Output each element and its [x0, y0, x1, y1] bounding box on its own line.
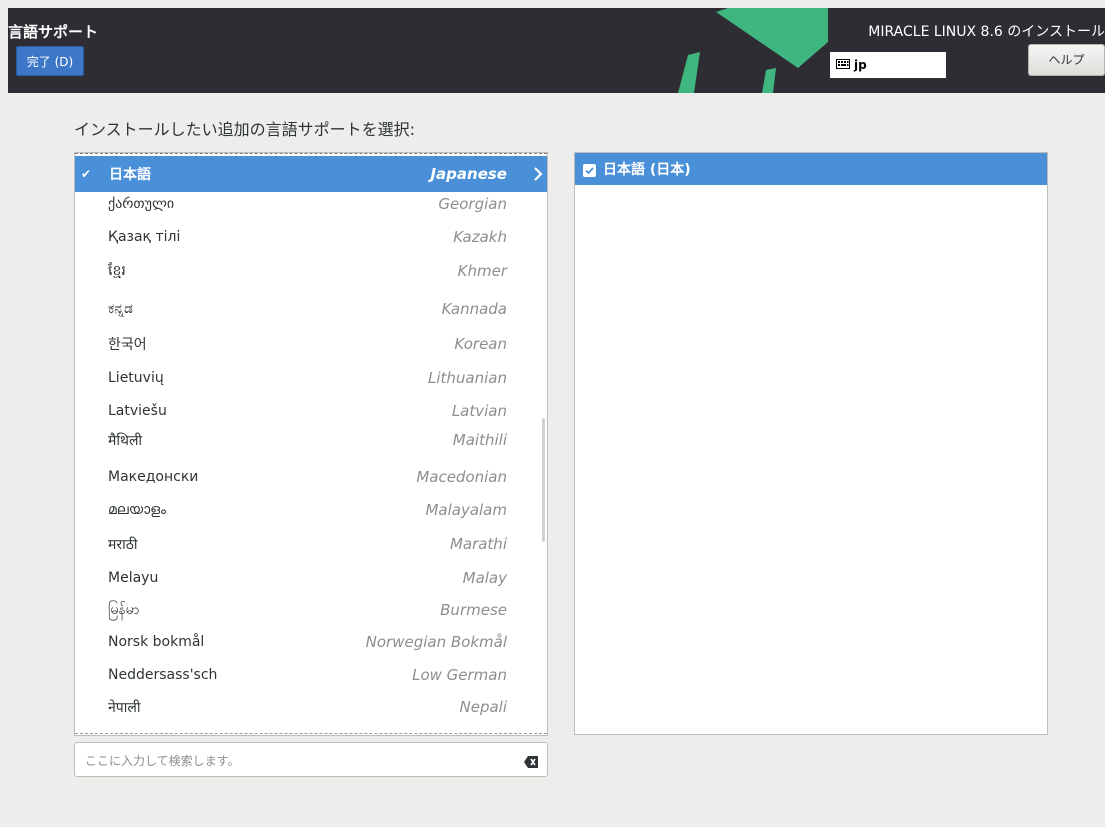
keyboard-layout-indicator[interactable]: jp — [830, 52, 946, 78]
language-item[interactable]: ខ្មែរ Khmer — [75, 254, 547, 288]
language-native-name: 日本語 — [109, 167, 151, 183]
language-prompt: インストールしたい追加の言語サポートを選択: — [74, 120, 416, 139]
language-english-name: Khmer — [457, 262, 507, 280]
checkmark-icon: ✔ — [81, 167, 92, 181]
keyboard-layout-label: jp — [854, 58, 867, 72]
language-search[interactable] — [74, 742, 548, 777]
language-item[interactable]: Melayu Malay — [75, 561, 547, 595]
language-item[interactable]: Neddersass'sch Low German — [75, 658, 547, 692]
language-english-name: Malay — [462, 569, 507, 587]
locale-label: 日本語 (日本) — [603, 162, 691, 178]
language-native-name: 한국어 — [108, 337, 147, 353]
search-input[interactable] — [83, 749, 507, 773]
language-english-name: Maithili — [452, 431, 507, 449]
list-scrollbar[interactable] — [542, 418, 545, 542]
help-button[interactable]: ヘルプ — [1028, 44, 1105, 76]
list-bottom-border — [75, 733, 547, 734]
checkbox-checked-icon[interactable] — [583, 162, 596, 181]
locale-item[interactable]: 日本語 (日本) — [575, 153, 1047, 185]
language-native-name: Melayu — [108, 570, 159, 586]
language-item[interactable]: 한국어 Korean — [75, 327, 547, 361]
language-item[interactable]: Қазақ тілі Kazakh — [75, 220, 547, 254]
language-native-name: မြန်မာ — [108, 601, 140, 618]
language-item[interactable]: नेपाली Nepali — [75, 690, 547, 724]
header-bar: 言語サポート 完了 (D) MIRACLE LINUX 8.6 のインストール … — [8, 8, 1105, 93]
language-native-name: मैथिली — [108, 432, 143, 449]
language-native-name: Norsk bokmål — [108, 634, 205, 650]
language-native-name: ქართული — [108, 196, 175, 212]
language-english-name: Japanese — [430, 165, 507, 183]
done-button[interactable]: 完了 (D) — [16, 46, 84, 76]
language-native-name: नेपाली — [108, 699, 141, 716]
language-native-name: ខ្មែរ — [108, 262, 126, 279]
language-item[interactable]: Македонски Macedonian — [75, 460, 547, 494]
language-english-name: Kazakh — [453, 228, 507, 246]
language-english-name: Georgian — [438, 195, 507, 213]
language-english-name: Nepali — [459, 698, 508, 716]
language-item[interactable]: Lietuvių Lithuanian — [75, 361, 547, 395]
keyboard-icon — [836, 58, 850, 72]
language-item[interactable]: मैथिली Maithili — [75, 423, 547, 457]
language-english-name: Macedonian — [416, 468, 507, 486]
clear-search-icon[interactable] — [524, 753, 538, 772]
language-item[interactable]: ಕನ್ನಡ Kannada — [75, 292, 547, 326]
language-english-name: Latvian — [451, 402, 507, 420]
locale-list[interactable]: 日本語 (日本) — [574, 152, 1048, 735]
language-list[interactable]: ✔ 日本語 Japanese ქართული Georgian Қазақ тілі Kaz… — [74, 152, 548, 736]
language-english-name: Low German — [412, 666, 507, 684]
language-native-name: Қазақ тілі — [108, 229, 181, 245]
product-logo — [678, 8, 828, 93]
language-native-name: Neddersass'sch — [108, 667, 218, 683]
language-native-name: ಕನ್ನಡ — [108, 301, 133, 317]
language-english-name: Lithuanian — [428, 369, 507, 387]
language-english-name: Malayalam — [425, 501, 507, 519]
language-item[interactable]: Norsk bokmål Norwegian Bokmål — [75, 625, 547, 659]
language-native-name: മലയാളം — [108, 502, 167, 518]
language-item[interactable]: मराठी Marathi — [75, 527, 547, 561]
language-native-name: Македонски — [108, 469, 199, 485]
list-top-border — [75, 153, 547, 154]
language-item[interactable]: မြန်မာ Burmese — [75, 593, 547, 627]
page-title: 言語サポート — [8, 23, 99, 41]
language-native-name: मराठी — [108, 536, 138, 553]
language-english-name: Norwegian Bokmål — [365, 633, 507, 651]
language-english-name: Marathi — [449, 535, 507, 553]
language-native-name: Latviešu — [108, 403, 167, 419]
language-item[interactable]: ქართული Georgian — [75, 187, 547, 221]
language-english-name: Kannada — [441, 300, 507, 318]
language-english-name: Korean — [454, 335, 507, 353]
product-title: MIRACLE LINUX 8.6 のインストール — [868, 24, 1105, 40]
language-item[interactable]: മലയാളം Malayalam — [75, 493, 547, 527]
language-native-name: Lietuvių — [108, 370, 164, 386]
language-english-name: Burmese — [440, 601, 507, 619]
